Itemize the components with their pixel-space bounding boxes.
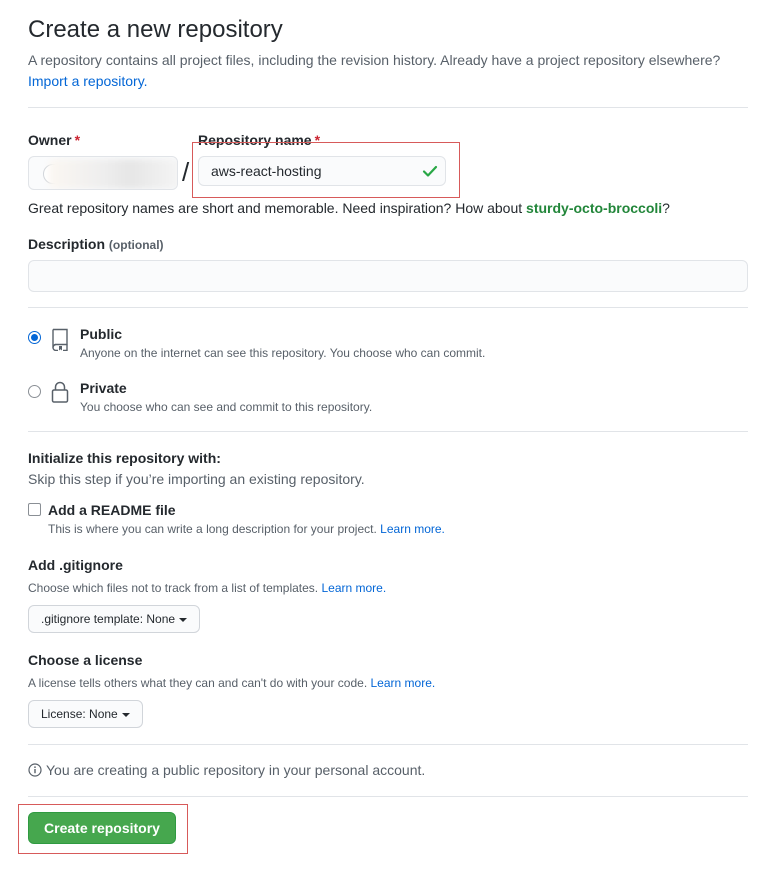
readme-checkbox[interactable] (28, 503, 41, 516)
hint-end: ? (662, 200, 670, 216)
private-description: You choose who can see and commit to thi… (80, 400, 373, 414)
divider (28, 307, 748, 308)
divider (28, 796, 748, 797)
hint-text: Great repository names are short and mem… (28, 200, 523, 216)
gitignore-description: Choose which files not to track from a l… (28, 581, 386, 595)
description-input[interactable] (28, 260, 748, 292)
repository-name-input[interactable] (198, 156, 446, 186)
gitignore-description-text: Choose which files not to track from a l… (28, 581, 319, 595)
license-title: Choose a license (28, 652, 143, 668)
readme-label[interactable]: Add a README file (48, 502, 176, 518)
owner-label-text: Owner (28, 132, 72, 148)
gitignore-template-select[interactable]: .gitignore template: None (28, 605, 201, 633)
license-select-label: License: None (41, 707, 118, 721)
divider (28, 431, 748, 432)
create-repository-button[interactable]: Create repository (28, 812, 176, 844)
name-suggestion-link[interactable]: sturdy-octo-broccoli (526, 200, 662, 216)
init-title: Initialize this repository with: (28, 450, 221, 466)
readme-description: This is where you can write a long descr… (48, 522, 445, 536)
page-title: Create a new repository (28, 16, 283, 43)
license-learn-more-link[interactable]: Learn more. (371, 676, 436, 690)
owner-name-redacted (49, 159, 177, 189)
owner-label: Owner * (28, 132, 80, 148)
gitignore-select-label: .gitignore template: None (41, 612, 176, 626)
divider (28, 107, 748, 108)
license-description: A license tells others what they can and… (28, 676, 435, 690)
caret-down-icon (179, 617, 188, 622)
owner-repo-separator: / (182, 157, 190, 187)
license-select[interactable]: License: None (28, 700, 143, 728)
license-description-text: A license tells others what they can and… (28, 676, 368, 690)
subtitle-text: A repository contains all project files,… (28, 52, 721, 68)
description-label-text: Description (28, 236, 106, 252)
public-description: Anyone on the internet can see this repo… (80, 346, 486, 360)
divider (28, 744, 748, 745)
visibility-notice-text: You are creating a public repository in … (46, 762, 426, 778)
info-icon (28, 763, 42, 777)
readme-description-text: This is where you can write a long descr… (48, 522, 377, 536)
check-icon (422, 165, 438, 177)
page-subtitle: A repository contains all project files,… (28, 50, 728, 92)
gitignore-learn-more-link[interactable]: Learn more. (321, 581, 386, 595)
import-repository-link[interactable]: Import a repository. (28, 73, 148, 89)
private-radio[interactable] (28, 385, 41, 398)
lock-icon (51, 381, 69, 403)
owner-select[interactable] (28, 156, 178, 190)
name-hint: Great repository names are short and mem… (28, 200, 670, 216)
required-mark: * (74, 132, 81, 148)
private-title: Private (80, 380, 127, 396)
gitignore-title: Add .gitignore (28, 557, 123, 573)
public-title: Public (80, 326, 123, 342)
caret-down-icon (121, 712, 130, 717)
init-subtitle: Skip this step if you’re importing an ex… (28, 471, 365, 487)
optional-tag: (optional) (108, 238, 164, 252)
description-label: Description (optional) (28, 236, 164, 252)
repo-icon (52, 328, 68, 351)
readme-learn-more-link[interactable]: Learn more. (380, 522, 445, 536)
visibility-notice: You are creating a public repository in … (28, 762, 425, 778)
public-radio[interactable] (28, 331, 41, 344)
